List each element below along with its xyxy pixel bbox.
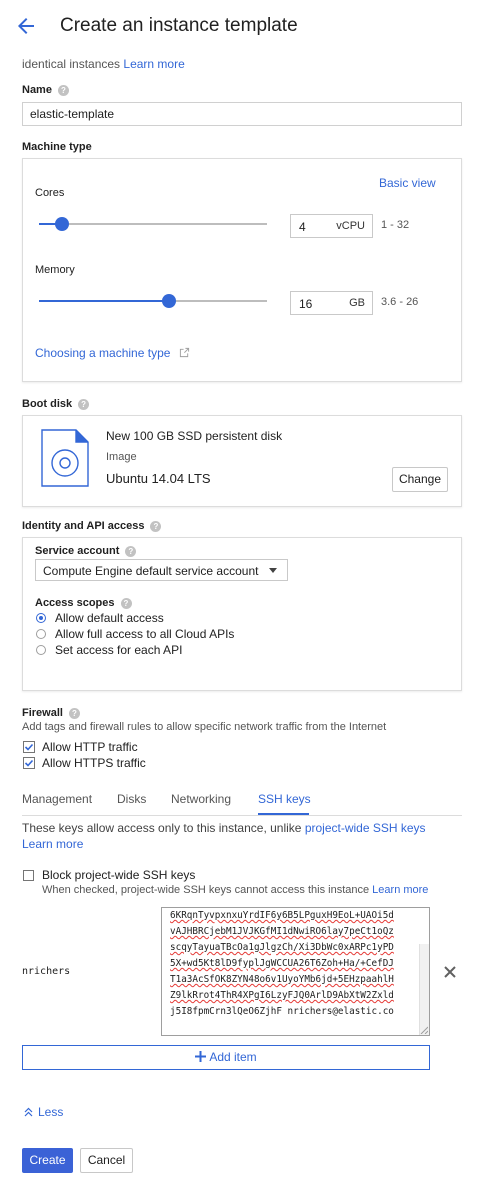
access-scopes-label-text: Access scopes	[35, 597, 115, 609]
service-account-label: Service account?	[35, 545, 137, 557]
boot-disk-label: Boot disk?	[22, 398, 90, 410]
name-label: Name?	[22, 84, 69, 96]
scope-full-label[interactable]: Allow full access to all Cloud APIs	[55, 627, 234, 641]
plus-icon	[195, 1051, 207, 1062]
cores-slider-track[interactable]	[39, 223, 267, 225]
cancel-button[interactable]: Cancel	[80, 1148, 133, 1173]
service-account-label-text: Service account	[35, 545, 120, 557]
identity-label: Identity and API access?	[22, 520, 162, 532]
memory-value[interactable]: 16	[299, 297, 312, 311]
memory-unit: GB	[349, 297, 365, 309]
memory-input-box[interactable]: 16 GB	[290, 291, 373, 315]
tab-networking[interactable]: Networking	[171, 792, 231, 806]
ssh-learn-more-link[interactable]: Learn more	[22, 837, 83, 851]
memory-slider-fill	[39, 300, 169, 302]
ssh-key-line[interactable]: Z9lkRrot4ThR4XPgI6LzyFJQ0ArlD9AbXtW2Zxld	[170, 988, 394, 1004]
block-ssh-learn-more-link[interactable]: Learn more	[372, 884, 428, 896]
service-account-value[interactable]: Compute Engine default service account	[43, 564, 258, 578]
cores-unit: vCPU	[336, 220, 365, 232]
ssh-key-line[interactable]: scqyTayuaTBcOa1gJlgzCh/Xi3DbWc0xARPc1yPD	[170, 940, 394, 956]
access-scopes-label: Access scopes?	[35, 597, 132, 609]
disk-image-icon	[41, 429, 89, 487]
block-ssh-hint: When checked, project-wide SSH keys cann…	[42, 884, 428, 896]
allow-http-label[interactable]: Allow HTTP traffic	[42, 740, 138, 754]
http-checkbox-checked-icon[interactable]	[23, 741, 35, 753]
scope-each-radio[interactable]	[36, 645, 46, 655]
basic-view-link[interactable]: Basic view	[379, 176, 436, 190]
boot-disk-label-text: Boot disk	[22, 398, 73, 410]
tabs-divider	[22, 815, 462, 816]
resize-handle-icon[interactable]	[420, 1026, 428, 1034]
cores-label: Cores	[35, 187, 65, 199]
help-icon[interactable]: ?	[120, 597, 132, 609]
project-wide-ssh-link[interactable]: project-wide SSH keys	[305, 821, 426, 835]
cores-slider-thumb[interactable]	[54, 217, 69, 231]
choosing-machine-type-text[interactable]: Choosing a machine type	[35, 346, 170, 360]
boot-disk-image-label: Image	[106, 451, 137, 463]
help-icon[interactable]: ?	[78, 398, 90, 410]
chevron-double-up-icon	[24, 1107, 33, 1117]
help-icon[interactable]: ?	[68, 707, 80, 719]
memory-slider-thumb[interactable]	[161, 294, 176, 308]
external-link-icon	[179, 347, 189, 358]
tab-ssh-keys[interactable]: SSH keys	[258, 792, 311, 806]
textarea-scrollbar[interactable]	[419, 944, 429, 1035]
back-arrow-icon[interactable]	[14, 14, 38, 38]
dropdown-arrow-icon	[269, 568, 277, 573]
block-ssh-hint-text: When checked, project-wide SSH keys cann…	[42, 884, 370, 896]
boot-disk-title: New 100 GB SSD persistent disk	[106, 429, 283, 443]
block-ssh-label[interactable]: Block project-wide SSH keys	[42, 868, 195, 882]
create-button[interactable]: Create	[22, 1148, 73, 1173]
service-account-select[interactable]: Compute Engine default service account	[35, 559, 288, 581]
ssh-info: These keys allow access only to this ins…	[22, 821, 426, 835]
scope-full-radio[interactable]	[36, 629, 46, 639]
less-link[interactable]: Less	[24, 1105, 63, 1119]
block-ssh-checkbox[interactable]	[23, 870, 34, 881]
active-tab-indicator	[258, 813, 309, 815]
help-icon[interactable]: ?	[125, 545, 137, 557]
intro-text-label: identical instances	[22, 57, 121, 71]
scope-each-label[interactable]: Set access for each API	[55, 643, 182, 657]
less-label[interactable]: Less	[38, 1105, 63, 1119]
add-item-button[interactable]: Add item	[22, 1045, 430, 1070]
machine-type-label: Machine type	[22, 141, 92, 153]
change-disk-button[interactable]: Change	[392, 467, 448, 492]
memory-range: 3.6 - 26	[381, 296, 419, 308]
ssh-key-lines[interactable]: 6KRqnTyvpxnxuYrdIF6y6B5LPguxH9EoL+UAOi5d…	[170, 908, 394, 1020]
firewall-label: Firewall?	[22, 707, 80, 719]
allow-https-label[interactable]: Allow HTTPS traffic	[42, 756, 146, 770]
ssh-username: nrichers	[22, 966, 71, 977]
ssh-key-line[interactable]: j5I8fpmCrn3lQeO6ZjhF nrichers@elastic.co	[170, 1004, 394, 1020]
identity-label-text: Identity and API access	[22, 520, 145, 532]
ssh-key-textarea[interactable]: 6KRqnTyvpxnxuYrdIF6y6B5LPguxH9EoL+UAOi5d…	[161, 907, 430, 1036]
ssh-key-line[interactable]: T1a3AcSfOK8ZYN48o6v1UyoYMb6jd+5EHzpaahlH	[170, 972, 394, 988]
tab-disks[interactable]: Disks	[117, 792, 146, 806]
name-label-text: Name	[22, 84, 52, 96]
help-icon[interactable]: ?	[57, 84, 69, 96]
scope-default-label[interactable]: Allow default access	[55, 611, 164, 625]
add-item-label[interactable]: Add item	[209, 1050, 256, 1064]
add-item-content[interactable]: Add item	[23, 1050, 429, 1064]
cores-range: 1 - 32	[381, 219, 410, 231]
ssh-key-line[interactable]: 5X+wd5Kt8lD9fyplJgWCCUA26T6Zoh+Ha/+CefDJ	[170, 956, 394, 972]
cores-value[interactable]: 4	[299, 220, 306, 234]
boot-disk-image-value: Ubuntu 14.04 LTS	[106, 471, 211, 486]
ssh-key-line[interactable]: vAJHBRCjebM1JVJKGfMI1dNwiRO6lay7peCt1oQz	[170, 924, 394, 940]
firewall-description: Add tags and firewall rules to allow spe…	[22, 721, 387, 733]
firewall-label-text: Firewall	[22, 707, 63, 719]
ssh-info-text: These keys allow access only to this ins…	[22, 821, 302, 835]
choosing-machine-type-link[interactable]: Choosing a machine type	[35, 346, 190, 360]
remove-key-close-icon[interactable]	[444, 966, 456, 978]
help-icon[interactable]: ?	[150, 520, 162, 532]
memory-label: Memory	[35, 264, 75, 276]
ssh-key-line[interactable]: 6KRqnTyvpxnxuYrdIF6y6B5LPguxH9EoL+UAOi5d	[170, 908, 394, 924]
scope-default-radio[interactable]	[36, 613, 46, 623]
intro-text: identical instances Learn more	[22, 57, 185, 71]
page-title: Create an instance template	[60, 15, 298, 36]
cores-input-box[interactable]: 4 vCPU	[290, 214, 373, 238]
name-input[interactable]	[22, 102, 462, 126]
https-checkbox-checked-icon[interactable]	[23, 757, 35, 769]
intro-learn-more-link[interactable]: Learn more	[123, 57, 184, 71]
tab-management[interactable]: Management	[22, 792, 92, 806]
